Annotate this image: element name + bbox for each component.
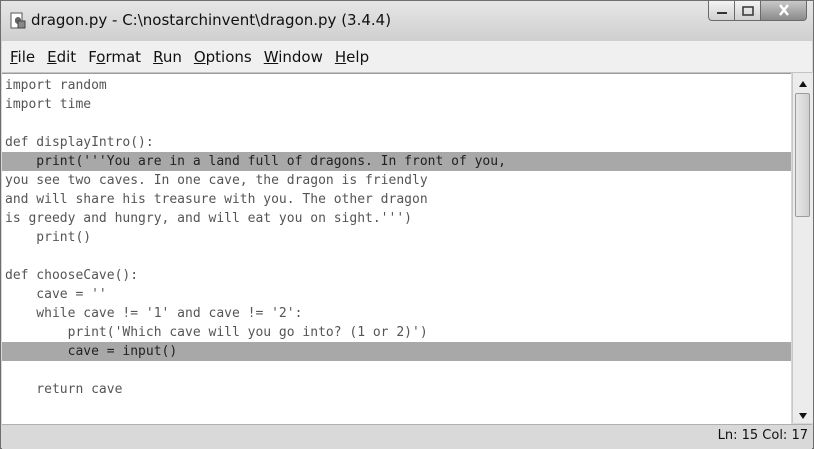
arrow-down-icon [798,405,808,424]
scroll-up-button[interactable] [793,73,813,91]
code-line: you see two caves. In one cave, the drag… [5,173,428,188]
scroll-down-button[interactable] [793,405,813,423]
code-line: import random [5,78,107,93]
code-editor[interactable]: import random import time def displayIntro… [2,73,791,424]
idle-editor-window: dragon.py - C:\nostarchinvent\dragon.py … [0,0,814,449]
python-file-icon [9,12,27,30]
scroll-thumb[interactable] [795,93,810,217]
menu-run[interactable]: Run [153,48,182,66]
code-line: print() [5,230,92,245]
code-line: is greedy and hungry, and will eat you o… [5,211,412,226]
title-bar[interactable]: dragon.py - C:\nostarchinvent\dragon.py … [1,1,813,41]
menu-format[interactable]: Format [88,48,141,66]
arrow-up-icon [798,73,808,92]
code-line: def displayIntro(): [5,135,154,150]
status-bar: Ln: 15 Col: 17 [2,424,812,449]
code-line: cave = '' [5,287,107,302]
code-line: and will share his treasure with you. Th… [5,192,428,207]
close-icon [777,1,791,20]
window-controls [708,1,807,23]
minimize-icon [716,1,728,20]
code-line: print('''You are in a land full of drago… [2,152,791,171]
menu-options[interactable]: Options [194,48,252,66]
close-button[interactable] [761,1,807,21]
menu-help[interactable]: Help [335,48,369,66]
vertical-scrollbar[interactable] [792,73,813,423]
maximize-icon [741,1,754,20]
cursor-position: Ln: 15 Col: 17 [717,428,808,443]
code-line: import time [5,97,92,112]
menu-file[interactable]: File [10,48,35,66]
menu-bar: File Edit Format Run Options Window Help [2,41,812,73]
code-line: print('Which cave will you go into? (1 o… [5,325,428,340]
code-line: cave = input() [2,342,791,361]
maximize-button[interactable] [735,1,761,21]
window-title: dragon.py - C:\nostarchinvent\dragon.py … [31,11,392,29]
minimize-button[interactable] [708,1,735,21]
menu-edit[interactable]: Edit [47,48,76,66]
code-line: return cave [5,382,123,397]
menu-window[interactable]: Window [264,48,323,66]
code-line: while cave != '1' and cave != '2': [5,306,303,321]
code-line: def chooseCave(): [5,268,139,283]
